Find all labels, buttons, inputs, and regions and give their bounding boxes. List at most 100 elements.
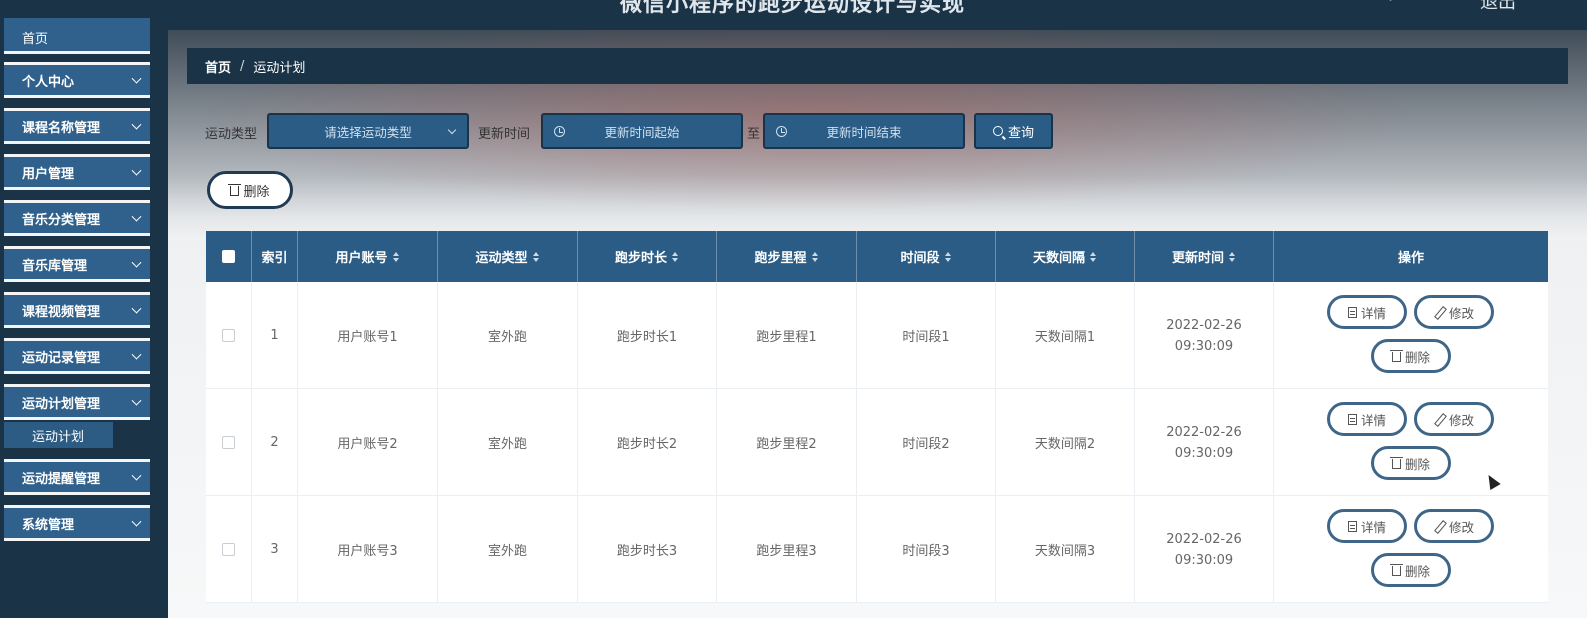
cell-duration: 跑步时长3	[578, 496, 717, 603]
cell-type: 室外跑	[438, 496, 578, 603]
cell-distance: 跑步里程3	[717, 496, 857, 603]
cell-updated: 2022-02-26 09:30:09	[1135, 496, 1274, 603]
cell-account: 用户账号3	[298, 496, 438, 603]
cell-index: 1	[252, 282, 298, 389]
sidebar-item-music-category[interactable]: 音乐分类管理	[4, 200, 150, 236]
sidebar-item-personal-center[interactable]: 个人中心	[4, 62, 150, 98]
chevron-down-icon	[131, 516, 142, 527]
sort-icon[interactable]	[811, 251, 819, 262]
header-account-label: 用户账号	[335, 251, 388, 266]
row-select-cell	[206, 496, 252, 603]
end-time-input[interactable]: 更新时间结束	[763, 113, 965, 149]
row-checkbox[interactable]	[222, 543, 235, 556]
edit-label: 修改	[1448, 305, 1474, 321]
sidebar-item-label: 运动计划管理	[22, 396, 101, 412]
row-checkbox[interactable]	[222, 329, 235, 342]
row-actions: 详情 修改 删除	[1274, 282, 1548, 389]
cell-distance: 跑步里程2	[717, 389, 857, 496]
sidebar-item-users[interactable]: 用户管理	[4, 154, 150, 190]
sidebar-subitem-exercise-plan[interactable]: 运动计划	[4, 422, 113, 448]
header-distance[interactable]: 跑步里程	[717, 231, 857, 282]
sidebar-item-music-library[interactable]: 音乐库管理	[4, 246, 150, 282]
type-filter-label: 运动类型	[205, 127, 258, 142]
header-account[interactable]: 用户账号	[298, 231, 438, 282]
sidebar-item-course-name[interactable]: 课程名称管理	[4, 108, 150, 144]
header-interval[interactable]: 天数间隔	[996, 231, 1135, 282]
header-period-label: 时间段	[900, 251, 940, 266]
edit-button[interactable]: 修改	[1414, 402, 1494, 436]
start-time-placeholder: 更新时间起始	[604, 124, 680, 140]
sidebar-item-course-video[interactable]: 课程视频管理	[4, 292, 150, 328]
app-title: 微信小程序的跑步运动设计与实现	[620, 0, 966, 17]
header-type[interactable]: 运动类型	[438, 231, 578, 282]
edit-button[interactable]: 修改	[1414, 295, 1494, 329]
sort-icon[interactable]	[392, 251, 400, 262]
end-time-placeholder: 更新时间结束	[826, 124, 902, 140]
range-to-label: 至	[747, 127, 761, 142]
document-icon	[1347, 306, 1357, 318]
chevron-down-icon	[131, 119, 142, 130]
bulk-delete-button[interactable]: 删除	[207, 171, 293, 209]
detail-button[interactable]: 详情	[1327, 402, 1407, 436]
sort-icon[interactable]	[944, 251, 952, 262]
table-row: 2 用户账号2 室外跑 跑步时长2 跑步里程2 时间段2 天数间隔2 2022-…	[206, 389, 1548, 496]
query-button-label: 查询	[1007, 125, 1034, 141]
sort-icon[interactable]	[1090, 251, 1097, 262]
detail-label: 详情	[1360, 519, 1386, 535]
delete-button[interactable]: 删除	[1371, 339, 1451, 373]
sort-icon[interactable]	[672, 251, 679, 262]
delete-label: 删除	[1404, 563, 1430, 579]
cell-duration: 跑步时长1	[578, 282, 717, 389]
detail-button[interactable]: 详情	[1327, 295, 1407, 329]
cell-index: 2	[252, 389, 298, 496]
delete-button[interactable]: 删除	[1371, 446, 1451, 480]
sidebar-item-home[interactable]: 首页	[4, 18, 150, 54]
delete-button[interactable]: 删除	[1371, 553, 1451, 587]
sort-icon[interactable]	[532, 251, 540, 262]
type-select-placeholder: 请选择运动类型	[324, 124, 412, 140]
header-distance-label: 跑步里程	[754, 251, 807, 266]
edit-button[interactable]: 修改	[1414, 509, 1494, 543]
clock-icon	[776, 126, 787, 137]
type-select[interactable]: 请选择运动类型	[267, 113, 469, 149]
header-interval-label: 天数间隔	[1032, 251, 1085, 266]
chevron-down-icon	[131, 165, 142, 176]
cell-interval: 天数间隔1	[996, 282, 1135, 389]
header-period[interactable]: 时间段	[857, 231, 996, 282]
cell-period: 时间段3	[857, 496, 996, 603]
sidebar-item-label: 运动提醒管理	[22, 471, 101, 487]
select-all-checkbox[interactable]	[222, 250, 235, 263]
trash-icon	[1389, 564, 1403, 576]
query-button[interactable]: 查询	[974, 113, 1053, 149]
logout-link[interactable]: 退出	[1480, 0, 1516, 14]
start-time-input[interactable]: 更新时间起始	[541, 113, 743, 149]
chevron-down-icon	[447, 125, 457, 135]
sidebar-item-exercise-plan[interactable]: 运动计划管理	[4, 384, 150, 420]
cell-updated: 2022-02-26 09:30:09	[1135, 282, 1274, 389]
detail-label: 详情	[1360, 412, 1386, 428]
header-duration[interactable]: 跑步时长	[578, 231, 717, 282]
detail-button[interactable]: 详情	[1327, 509, 1407, 543]
header-type-label: 运动类型	[475, 251, 528, 266]
sidebar-item-label: 用户管理	[22, 166, 75, 182]
sidebar-item-label: 个人中心	[22, 74, 75, 90]
sidebar-item-label: 系统管理	[22, 517, 75, 533]
header-updated[interactable]: 更新时间	[1135, 231, 1274, 282]
time-filter-label: 更新时间	[478, 127, 531, 142]
edit-label: 修改	[1448, 412, 1474, 428]
detail-label: 详情	[1360, 305, 1386, 321]
row-select-cell	[206, 282, 252, 389]
sort-icon[interactable]	[1229, 251, 1236, 262]
sidebar-item-exercise-record[interactable]: 运动记录管理	[4, 338, 150, 374]
sidebar-item-system[interactable]: 系统管理	[4, 505, 150, 541]
edit-icon	[1434, 521, 1445, 532]
table-header: 索引 用户账号 运动类型 跑步时长 跑步里程 时间段 天数间隔 更新时间 操作	[206, 231, 1548, 282]
trash-icon	[228, 184, 242, 196]
sidebar-subitem-label: 运动计划	[32, 429, 85, 445]
sidebar-item-exercise-reminder[interactable]: 运动提醒管理	[4, 459, 150, 495]
chevron-down-icon	[131, 349, 142, 360]
main-content: 首页 / 运动计划 运动类型 请选择运动类型 更新时间 更新时间起始 至 更新时…	[168, 30, 1587, 618]
plan-table: 索引 用户账号 运动类型 跑步时长 跑步里程 时间段 天数间隔 更新时间 操作 …	[206, 231, 1548, 603]
row-checkbox[interactable]	[222, 436, 235, 449]
breadcrumb-home[interactable]: 首页	[205, 57, 231, 76]
